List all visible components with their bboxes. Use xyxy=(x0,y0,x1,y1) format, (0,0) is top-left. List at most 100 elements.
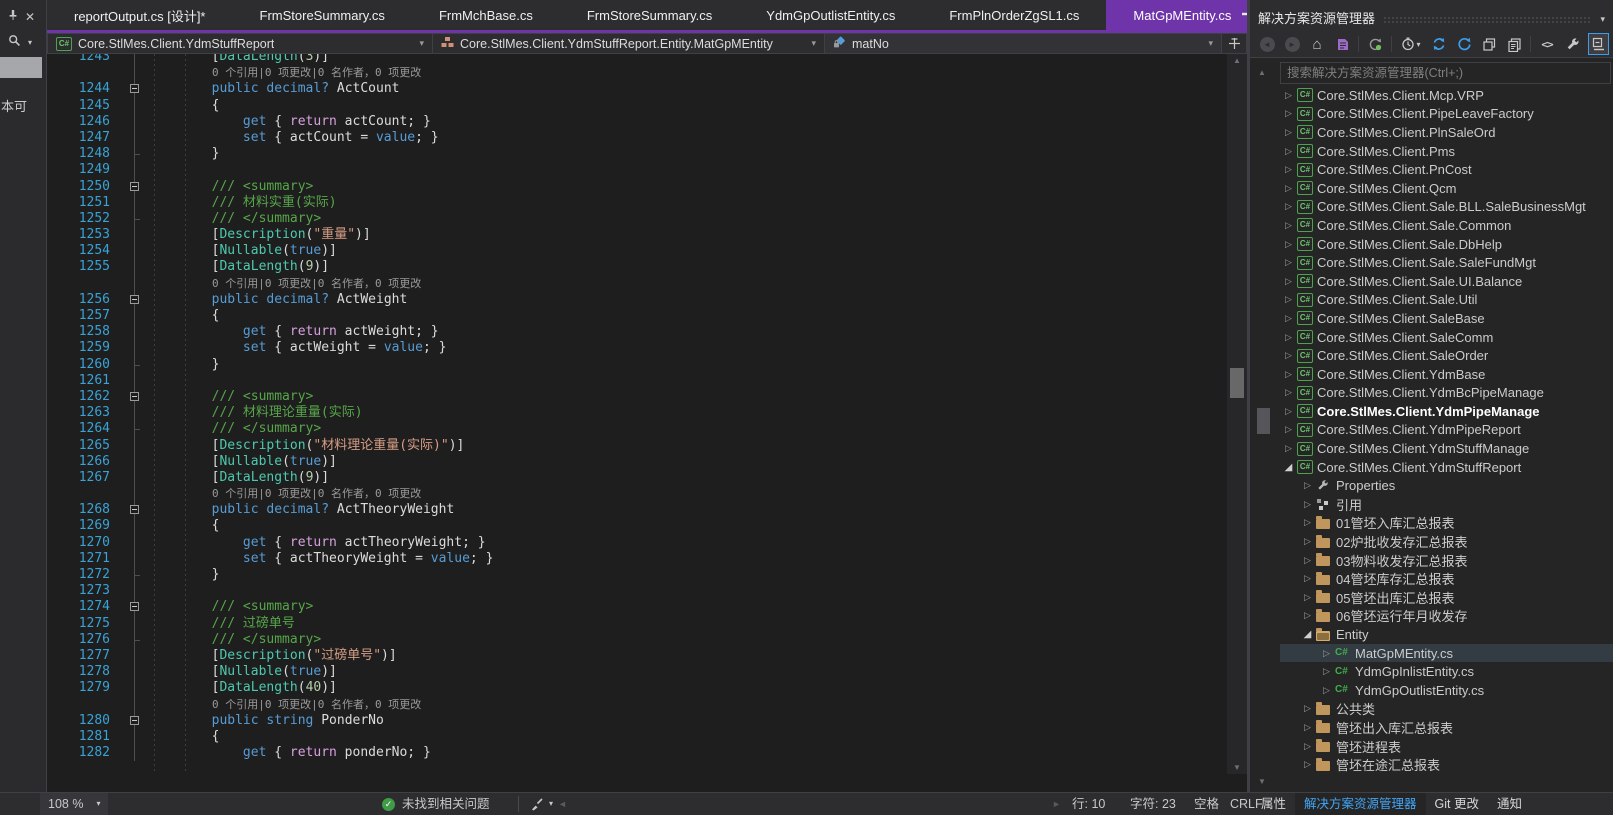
expand-icon[interactable]: ▷ xyxy=(1280,127,1297,138)
tree-item[interactable]: ▷公共类 xyxy=(1280,700,1613,719)
tree-item[interactable]: ▷C#Core.StlMes.Client.Sale.DbHelp xyxy=(1280,235,1613,254)
fold-collapse-icon[interactable] xyxy=(119,179,149,195)
chevron-down-icon[interactable]: ▾ xyxy=(1600,14,1605,25)
expand-icon[interactable]: ▷ xyxy=(1280,350,1297,361)
tool-window-tab[interactable]: Git 更改 xyxy=(1426,793,1488,815)
tree-item[interactable]: ◢Entity xyxy=(1280,625,1613,644)
fold-collapse-icon[interactable] xyxy=(119,713,149,729)
expand-icon[interactable]: ▷ xyxy=(1299,499,1316,510)
tree-item[interactable]: ▷C#MatGpMEntity.cs xyxy=(1280,644,1613,663)
expand-icon[interactable]: ▷ xyxy=(1280,108,1297,119)
pin-icon[interactable] xyxy=(8,9,18,24)
member-dropdown[interactable]: matNo ▾ xyxy=(825,33,1222,54)
scroll-down-icon[interactable]: ▼ xyxy=(1258,777,1266,786)
document-tab[interactable]: FrmStoreSummary.cs xyxy=(233,0,412,30)
fold-collapse-icon[interactable] xyxy=(119,599,149,615)
zoom-level-dropdown[interactable]: 108 % ▾ xyxy=(40,793,108,815)
expand-icon[interactable]: ▷ xyxy=(1280,294,1297,305)
status-column-number[interactable]: 字符: 23 xyxy=(1130,793,1176,815)
expand-icon[interactable]: ▷ xyxy=(1318,666,1335,677)
tree-item[interactable]: ▷C#Core.StlMes.Client.PlnSaleOrd xyxy=(1280,123,1613,142)
type-dropdown[interactable]: Core.StlMes.Client.YdmStuffReport.Entity… xyxy=(433,33,825,54)
tree-item[interactable]: ▷管坯进程表 xyxy=(1280,737,1613,756)
tree-item[interactable]: ▷C#Core.StlMes.Client.YdmBase xyxy=(1280,365,1613,384)
expand-icon[interactable]: ▷ xyxy=(1280,90,1297,101)
expand-icon[interactable]: ▷ xyxy=(1299,610,1316,621)
scroll-up-icon[interactable]: ▲ xyxy=(1258,68,1266,77)
properties-pages-icon[interactable] xyxy=(1480,35,1498,53)
solution-explorer-header[interactable]: 解决方案资源管理器 ▾ xyxy=(1250,0,1613,31)
fold-collapse-icon[interactable] xyxy=(119,502,149,518)
properties-wrench-icon[interactable] xyxy=(1563,35,1581,53)
tree-item[interactable]: ▷C#Core.StlMes.Client.Mcp.VRP xyxy=(1280,86,1613,105)
tree-item[interactable]: ▷C#Core.StlMes.Client.Sale.BLL.SaleBusin… xyxy=(1280,198,1613,217)
forward-icon[interactable]: ► xyxy=(1283,35,1301,53)
collapse-icon[interactable]: ◢ xyxy=(1280,462,1297,473)
hscroll-right-icon[interactable]: ► xyxy=(1052,793,1061,815)
tree-item[interactable]: ▷C#Core.StlMes.Client.Sale.Common xyxy=(1280,216,1613,235)
expand-icon[interactable]: ▷ xyxy=(1280,164,1297,175)
expand-icon[interactable]: ▷ xyxy=(1299,517,1316,528)
tool-window-tab[interactable]: 属性 xyxy=(1252,793,1295,815)
home-icon[interactable]: ⌂ xyxy=(1308,35,1326,53)
code-editor[interactable]: 1243 [DataLength(3)]0 个引用|0 项更改|0 名作者，0 … xyxy=(47,54,1227,774)
expand-icon[interactable]: ▷ xyxy=(1280,276,1297,287)
codelens-indicator[interactable]: 0 个引用|0 项更改|0 名作者，0 项更改 xyxy=(47,65,1227,81)
tree-item[interactable]: ▷C#Core.StlMes.Client.Pms xyxy=(1280,142,1613,161)
close-icon[interactable]: ✕ xyxy=(25,10,35,24)
tree-item[interactable]: ▷C#Core.StlMes.Client.Sale.Util xyxy=(1280,291,1613,310)
expand-icon[interactable]: ▷ xyxy=(1299,536,1316,547)
tree-item[interactable]: ▷C#Core.StlMes.Client.YdmStuffManage xyxy=(1280,439,1613,458)
expand-icon[interactable]: ▷ xyxy=(1280,313,1297,324)
expand-icon[interactable]: ▷ xyxy=(1299,722,1316,733)
tree-item[interactable]: ▷01管坯入库汇总报表 xyxy=(1280,514,1613,533)
search-input[interactable]: 搜索解决方案资源管理器(Ctrl+;) xyxy=(1280,62,1611,84)
expand-icon[interactable]: ▷ xyxy=(1318,648,1335,659)
fold-collapse-icon[interactable] xyxy=(119,389,149,405)
fold-collapse-icon[interactable] xyxy=(119,81,149,97)
sync-icon[interactable] xyxy=(1455,35,1473,53)
expand-icon[interactable]: ▷ xyxy=(1280,406,1297,417)
tree-item[interactable]: ▷管坯出入库汇总报表 xyxy=(1280,718,1613,737)
expand-icon[interactable]: ▷ xyxy=(1318,685,1335,696)
expand-icon[interactable]: ▷ xyxy=(1280,220,1297,231)
back-icon[interactable]: ◄ xyxy=(1258,35,1276,53)
codelens-indicator[interactable]: 0 个引用|0 项更改|0 名作者，0 项更改 xyxy=(47,697,1227,713)
tree-item[interactable]: ▷02炉批收发存汇总报表 xyxy=(1280,532,1613,551)
tree-item[interactable]: ▷C#Core.StlMes.Client.YdmPipeReport xyxy=(1280,421,1613,440)
project-dropdown[interactable]: C# Core.StlMes.Client.YdmStuffReport ▾ xyxy=(47,33,433,54)
hscroll-left-icon[interactable]: ◄ xyxy=(558,793,567,815)
tree-item[interactable]: ▷C#YdmGpOutlistEntity.cs xyxy=(1280,681,1613,700)
expand-icon[interactable]: ▷ xyxy=(1299,573,1316,584)
status-indent-mode[interactable]: 空格 xyxy=(1194,793,1219,815)
pending-changes-filter-icon[interactable]: ▾ xyxy=(1399,35,1423,53)
tool-window-tab[interactable]: 解决方案资源管理器 xyxy=(1295,793,1426,815)
expand-icon[interactable]: ▷ xyxy=(1280,443,1297,454)
fold-collapse-icon[interactable] xyxy=(119,292,149,308)
codelens-indicator[interactable]: 0 个引用|0 项更改|0 名作者，0 项更改 xyxy=(47,276,1227,292)
tree-item[interactable]: ◢C#Core.StlMes.Client.YdmStuffReport xyxy=(1280,458,1613,477)
tree-item[interactable]: ▷C#YdmGpInlistEntity.cs xyxy=(1280,662,1613,681)
document-tab[interactable]: reportOutput.cs [设计]* xyxy=(47,0,233,30)
expand-icon[interactable]: ▷ xyxy=(1280,369,1297,380)
refresh-icon[interactable] xyxy=(1430,35,1448,53)
tree-item[interactable]: ▷05管坯出库汇总报表 xyxy=(1280,588,1613,607)
expand-icon[interactable]: ▷ xyxy=(1280,183,1297,194)
vertical-scrollbar[interactable]: ▲ ▼ xyxy=(1227,54,1247,774)
split-editor-button[interactable] xyxy=(1222,33,1247,54)
expand-icon[interactable]: ▷ xyxy=(1280,332,1297,343)
tree-item[interactable]: ▷引用 xyxy=(1280,495,1613,514)
copy-all-icon[interactable] xyxy=(1505,35,1523,53)
expand-icon[interactable]: ▷ xyxy=(1299,741,1316,752)
tree-item[interactable]: ▷Properties xyxy=(1280,476,1613,495)
tree-item[interactable]: ▷管坯在途汇总报表 xyxy=(1280,755,1613,772)
tree-item[interactable]: ▷C#Core.StlMes.Client.Qcm xyxy=(1280,179,1613,198)
expand-icon[interactable]: ▷ xyxy=(1299,480,1316,491)
search-icon[interactable] xyxy=(8,34,21,50)
tree-scrollbar[interactable]: ▲ ▼ xyxy=(1250,86,1280,772)
tree-item[interactable]: ▷03物料收发存汇总报表 xyxy=(1280,551,1613,570)
expand-icon[interactable]: ▷ xyxy=(1280,146,1297,157)
scrollbar-thumb[interactable] xyxy=(1257,408,1270,434)
code-cleanup-button[interactable]: ▾ xyxy=(530,793,553,815)
codelens-indicator[interactable]: 0 个引用|0 项更改|0 名作者，0 项更改 xyxy=(47,486,1227,502)
